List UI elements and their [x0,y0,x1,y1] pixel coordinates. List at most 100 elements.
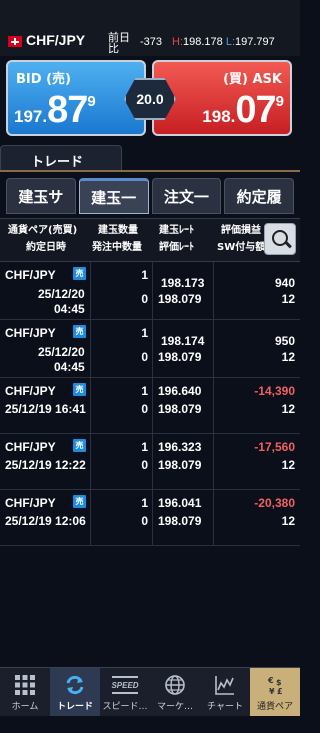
ask-price: 198.079 [202,89,284,132]
header-qty-label: 建玉数量 [98,225,138,236]
bid-price: 197.879 [14,89,96,132]
row-swap: 12 [281,458,295,472]
row-time: 04:45 [54,360,85,374]
row-rate: 196.323 [158,440,202,454]
header-col-qty: 建玉数量 発注中数量 [92,222,142,256]
tab-position-list[interactable]: 建玉一 [78,178,149,214]
nav-trade-label: トレード [56,702,93,712]
sell-badge: 売 [73,495,86,508]
table-header: 通貨ペア(売買) 約定日時 建玉数量 発注中数量 建玉ﾚｰﾄ 評価ﾚｰﾄ 評価損… [0,218,300,262]
row-pair: CHF/JPY [5,326,56,340]
row-pending: 0 [141,514,148,528]
row-qty: 1 [141,268,148,282]
row-divider [152,490,153,545]
high-value: 198.178 [183,36,223,48]
table-row[interactable]: CHF/JPY 売 25/12/19 16:41 1 0 196.640 198… [0,378,300,434]
section-tab-trade: トレード [0,145,122,171]
row-date: 25/12/20 [38,287,85,301]
row-divider [152,378,153,433]
row-pending: 0 [141,292,148,306]
high-low: H:198.178 L:197.797 [172,36,275,48]
table-row[interactable]: CHF/JPY 売 25/12/19 12:06 1 0 196.041 198… [0,490,300,546]
row-divider [213,378,214,433]
row-eval-rate: 198.079 [158,402,202,416]
position-list: CHF/JPY 売 25/12/20 04:45 1 0 198.173 198… [0,262,300,546]
row-time: 04:45 [54,302,85,316]
row-divider [90,262,91,319]
header-pnl-label: 評価損益 [221,225,261,236]
row-pnl: -17,560 [254,440,295,454]
row-pnl: 950 [274,334,295,348]
table-row[interactable]: CHF/JPY 売 25/12/20 04:45 1 0 198.173 198… [0,262,300,320]
header-eval-rate-label: 評価ﾚｰﾄ [159,242,194,253]
high-label: H: [172,36,183,48]
nav-currency-pair[interactable]: € $ ¥ £ 通貨ペア [250,668,300,716]
row-qty: 1 [141,440,148,454]
bid-label: BID (売) [16,72,71,87]
tab-execution-history[interactable]: 約定履 [224,178,294,214]
tab-position-summary[interactable]: 建玉サ [6,178,76,214]
row-rate: 198.173 [161,276,205,290]
low-value: 197.797 [235,36,275,48]
grid-icon [15,675,35,695]
nav-currency-pair-label: 通貨ペア [256,702,293,712]
ask-price-main: 07 [235,89,276,131]
search-icon[interactable] [264,223,296,255]
section-title: トレード [31,155,84,170]
sell-badge: 売 [73,267,86,280]
ask-price-pip: 9 [275,93,284,110]
row-qty: 1 [141,496,148,510]
row-divider [213,262,214,319]
row-swap: 12 [281,402,295,416]
row-pair: CHF/JPY [5,440,56,454]
nav-speed[interactable]: SPEED スピード… [100,668,150,716]
nav-chart-label: チャート [207,702,243,712]
tab-order-list[interactable]: 注文一 [151,178,222,214]
nav-market[interactable]: マーケ… [150,668,200,716]
tab-bar: 建玉サ 建玉一 注文一 約定履 [6,178,294,214]
sell-badge: 売 [73,383,86,396]
row-pnl: 940 [274,276,295,290]
header-col-rate: 建玉ﾚｰﾄ 評価ﾚｰﾄ [159,222,194,256]
day-change: -373 [140,36,163,48]
row-swap: 12 [281,350,295,364]
row-pnl: -14,390 [254,384,295,398]
header-pending-label: 発注中数量 [92,242,142,253]
sell-badge: 売 [73,439,86,452]
table-row[interactable]: CHF/JPY 売 25/12/20 04:45 1 0 198.174 198… [0,320,300,378]
nav-chart[interactable]: チャート [200,668,250,716]
row-divider [152,434,153,489]
swiss-flag-icon [8,36,22,47]
header-pair-label: 通貨ペア(売買) [8,225,78,236]
row-date: 25/12/20 [38,345,85,359]
bottom-nav: ホーム トレード SPEED スピード… マーケ… チャート € $ ¥ £ 通… [0,667,300,716]
header-swap-label: SW付与額 [217,242,266,253]
row-divider [213,434,214,489]
row-eval-rate: 198.079 [158,514,202,528]
header-rate-label: 建玉ﾚｰﾄ [159,225,194,236]
header-datetime-label: 約定日時 [26,242,66,253]
row-pair: CHF/JPY [5,384,56,398]
header-col-pair: 通貨ペア(売買) 約定日時 [8,222,77,256]
table-row[interactable]: CHF/JPY 売 25/12/19 12:22 1 0 196.323 198… [0,434,300,490]
row-swap: 12 [281,292,295,306]
row-rate: 198.174 [161,334,205,348]
speed-icon-text: SPEED [111,681,138,690]
bid-price-lead: 197. [14,107,48,126]
row-datetime: 25/12/19 16:41 [5,402,86,416]
row-pnl: -20,380 [254,496,295,510]
nav-trade[interactable]: トレード [50,668,100,716]
row-divider [90,378,91,433]
row-pair: CHF/JPY [5,496,56,510]
row-divider [90,320,91,377]
row-eval-rate: 198.079 [158,350,202,364]
row-rate: 196.041 [158,496,202,510]
row-divider [213,320,214,377]
svg-text:$: $ [276,678,282,687]
header-bar: CHF/JPY 前日 比 -373 H:198.178 L:197.797 [0,0,300,56]
currency-pair-title[interactable]: CHF/JPY [26,32,85,48]
globe-icon [165,675,185,695]
low-label: L: [225,36,236,48]
nav-home[interactable]: ホーム [0,668,50,716]
currency-icon: € $ ¥ £ [267,676,283,696]
